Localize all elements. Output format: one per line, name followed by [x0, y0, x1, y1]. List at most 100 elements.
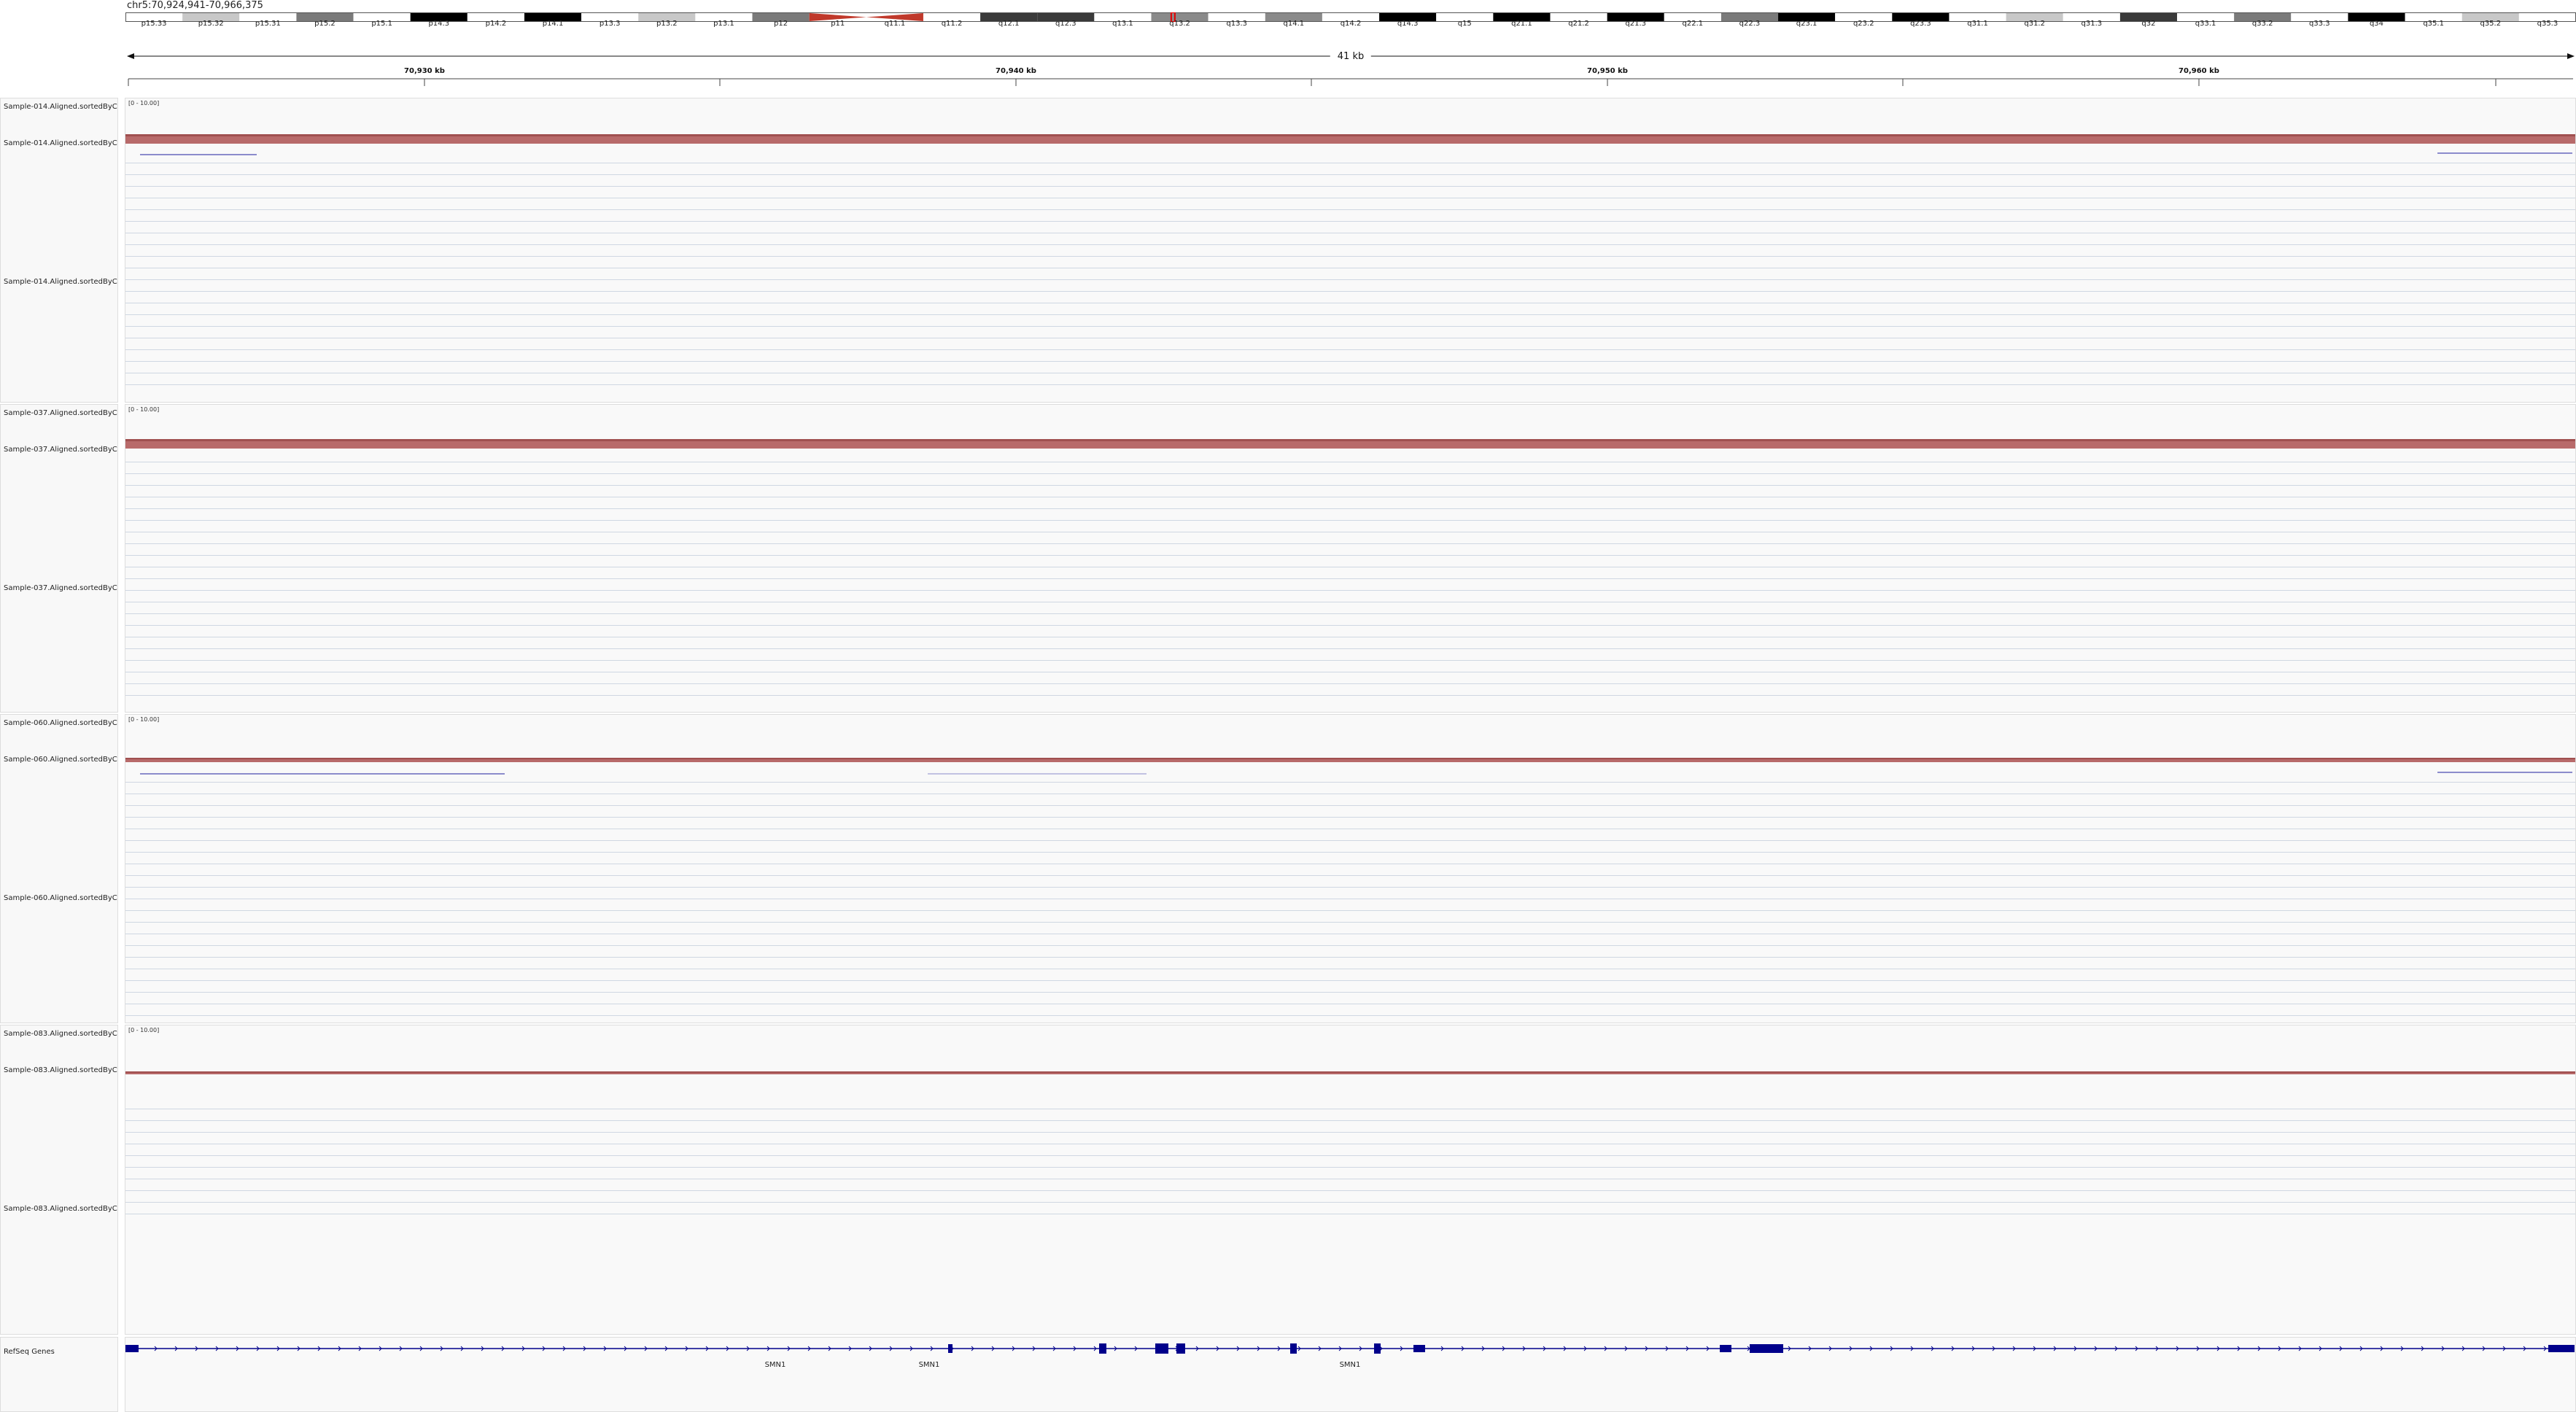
read-row	[125, 314, 2575, 315]
read-row	[125, 186, 2575, 187]
gene-exon	[2548, 1345, 2575, 1352]
read-row	[125, 244, 2575, 245]
read-row	[125, 485, 2575, 486]
bam-track-name[interactable]: Sample-060.Aligned.sortedByCoord.out.bam	[4, 893, 117, 904]
ideogram-band-label: q21.3	[1625, 20, 1646, 28]
ideogram-band-labels: p15.33 p15.32 p15.31 p15.2 p15.1 p14.3 p14.2 p1…	[125, 20, 2576, 30]
read-row	[125, 543, 2575, 544]
read-row	[125, 349, 2575, 350]
ideogram-band-label: q31.1	[1967, 20, 1988, 28]
ideogram-band-label: q31.2	[2024, 20, 2045, 28]
coverage-bar	[125, 1073, 2575, 1074]
junctions-track-name[interactable]: Sample-060.Aligned.sortedByCoord.out.bam…	[4, 754, 117, 765]
coverage-track-name[interactable]: Sample-083.Aligned.sortedByCoord.out.bam…	[4, 1028, 117, 1039]
junctions-track-name[interactable]: Sample-037.Aligned.sortedByCoord.out.bam…	[4, 444, 117, 455]
read-row	[125, 887, 2575, 888]
coverage-bar	[125, 136, 2575, 144]
gene-label[interactable]: SMN1	[1340, 1361, 1361, 1369]
track-data-panel[interactable]: [0 - 10.00]	[125, 714, 2576, 1023]
ruler[interactable]: 41 kb 70,930 kb 70,940 kb 70,950 kb 70,9…	[125, 45, 2576, 89]
gene-track-data[interactable]: SMN1 SMN1 SMN1	[125, 1337, 2576, 1412]
locus-text[interactable]: chr5:70,924,941-70,966,375	[127, 0, 263, 11]
ideogram-band-label: q21.2	[1568, 20, 1589, 28]
ideogram-band-label: q23.1	[1796, 20, 1817, 28]
ideogram-band-label: p15.33	[141, 20, 167, 28]
gene-exon	[1374, 1343, 1381, 1354]
ideogram-band-label: q34	[2369, 20, 2384, 28]
read-row	[125, 520, 2575, 521]
junctions-track-name[interactable]: Sample-083.Aligned.sortedByCoord.out.bam…	[4, 1065, 117, 1076]
reads-area	[125, 1106, 2575, 1222]
track-name-panel: Sample-037.Aligned.sortedByCoord.out.bam…	[0, 404, 118, 713]
read-row	[125, 625, 2575, 626]
coverage-range: [0 - 10.00]	[128, 100, 160, 106]
bam-track-name[interactable]: Sample-037.Aligned.sortedByCoord.out.bam	[4, 583, 117, 594]
read-row	[125, 782, 2575, 783]
read-row	[125, 840, 2575, 841]
ideogram-band-label: q14.3	[1397, 20, 1419, 28]
read-row	[125, 695, 2575, 696]
ruler-tick-label: 70,940 kb	[996, 67, 1036, 75]
read-row	[125, 805, 2575, 806]
coverage-track-name[interactable]: Sample-037.Aligned.sortedByCoord.out.bam…	[4, 408, 117, 419]
ruler-left-arrow-icon	[127, 53, 134, 59]
ideogram-band-label: p13.3	[599, 20, 621, 28]
ruler-right-arrow-icon	[2567, 53, 2575, 59]
ideogram-band-label: p15.31	[255, 20, 281, 28]
read-row	[125, 1155, 2575, 1156]
bam-track-name[interactable]: Sample-014.Aligned.sortedByCoord.out.bam	[4, 276, 117, 287]
gene-exon	[1720, 1345, 1731, 1352]
ideogram-band-label: q11.1	[884, 20, 906, 28]
ideogram-band-label: q33.1	[2195, 20, 2216, 28]
read-row	[125, 473, 2575, 474]
track-data-panel[interactable]: [0 - 10.00]	[125, 1025, 2576, 1335]
ruler-tick-label: 70,930 kb	[404, 67, 445, 75]
coverage-track-name[interactable]: Sample-060.Aligned.sortedByCoord.out.bam…	[4, 718, 117, 729]
read-row	[125, 1015, 2575, 1016]
ideogram-band-label: q31.3	[2081, 20, 2103, 28]
ideogram-band-label: p15.32	[198, 20, 224, 28]
splice-junction	[140, 773, 505, 775]
track-name-panel: Sample-083.Aligned.sortedByCoord.out.bam…	[0, 1025, 118, 1335]
splice-junction	[140, 154, 257, 155]
read-row	[125, 174, 2575, 175]
ideogram-band-label: q13.3	[1226, 20, 1248, 28]
ideogram-band-label: q33.3	[2309, 20, 2330, 28]
ideogram-band-label: q15	[1457, 20, 1472, 28]
track-data-panel[interactable]: [0 - 10.00]	[125, 404, 2576, 713]
ideogram-band-label: q12.1	[998, 20, 1020, 28]
ideogram-band-label: p15.2	[314, 20, 335, 28]
ideogram-band-label: p12	[774, 20, 788, 28]
junctions-track-name[interactable]: Sample-014.Aligned.sortedByCoord.out.bam…	[4, 138, 117, 149]
read-row	[125, 209, 2575, 210]
gene-track-name-panel: RefSeq Genes	[0, 1337, 118, 1412]
gene-exon	[1290, 1343, 1297, 1354]
read-row	[125, 817, 2575, 818]
gene-label[interactable]: SMN1	[919, 1361, 940, 1369]
read-row	[125, 957, 2575, 958]
ideogram-band-label: q35.1	[2423, 20, 2444, 28]
gene-exon	[1176, 1343, 1185, 1354]
read-row	[125, 660, 2575, 661]
gene-label[interactable]: SMN1	[765, 1361, 786, 1369]
ruler-tick-label: 70,950 kb	[1587, 67, 1628, 75]
read-row	[125, 555, 2575, 556]
coverage-track-name[interactable]: Sample-014.Aligned.sortedByCoord.out.bam…	[4, 101, 117, 112]
read-row	[125, 590, 2575, 591]
reads-area	[125, 459, 2575, 712]
track-data-panel[interactable]: [0 - 10.00]	[125, 98, 2576, 403]
read-row	[125, 384, 2575, 385]
coverage-range: [0 - 10.00]	[128, 406, 160, 413]
read-row	[125, 1190, 2575, 1191]
ideogram-band-label: q21.1	[1511, 20, 1532, 28]
read-row	[125, 1167, 2575, 1168]
ruler-ticks	[128, 79, 2497, 86]
read-row	[125, 910, 2575, 911]
gene-track-name[interactable]: RefSeq Genes	[4, 1346, 117, 1357]
ideogram-band-label: p14.3	[428, 20, 450, 28]
ideogram-band-label: q23.2	[1853, 20, 1874, 28]
bam-track-name[interactable]: Sample-083.Aligned.sortedByCoord.out.bam	[4, 1203, 117, 1214]
ruler-tick-label: 70,960 kb	[2179, 67, 2219, 75]
read-row	[125, 992, 2575, 993]
read-row	[125, 361, 2575, 362]
